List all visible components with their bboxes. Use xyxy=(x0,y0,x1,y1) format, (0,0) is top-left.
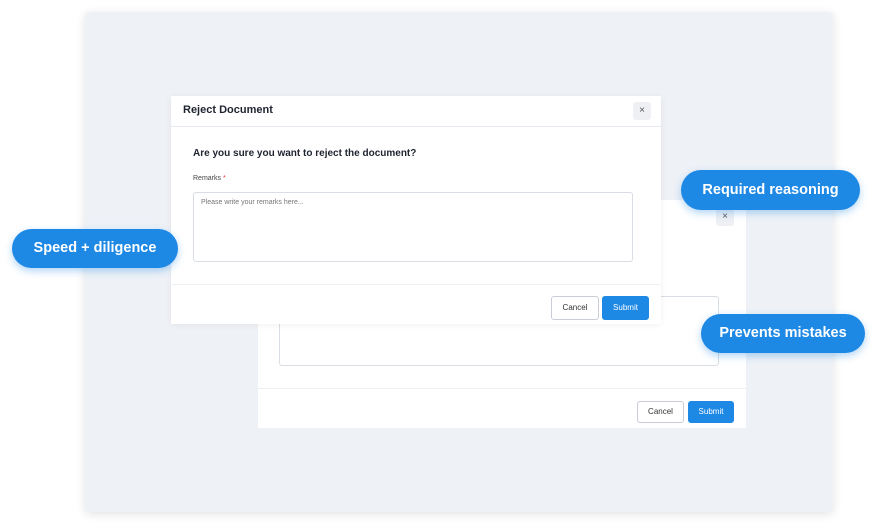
remarks-label-text: Remarks xyxy=(193,175,222,182)
callout-speed-diligence: Speed + diligence xyxy=(12,229,178,268)
close-icon[interactable]: × xyxy=(633,102,651,120)
reject-document-modal: Reject Document × Are you sure you want … xyxy=(171,96,661,324)
submit-button[interactable]: Submit xyxy=(602,296,649,320)
modal-footer-divider xyxy=(171,284,661,285)
submit-button[interactable]: Submit xyxy=(688,401,734,423)
modal-header: Reject Document × xyxy=(171,96,661,127)
remarks-textarea[interactable] xyxy=(193,192,633,262)
modal-title: Reject Document xyxy=(183,104,273,116)
callout-prevents-mistakes: Prevents mistakes xyxy=(701,314,865,353)
close-icon[interactable]: × xyxy=(716,208,734,226)
confirmation-question: Are you sure you want to reject the docu… xyxy=(193,148,417,159)
required-marker: * xyxy=(222,175,226,182)
callout-required-reasoning: Required reasoning xyxy=(681,170,860,210)
remarks-label: Remarks * xyxy=(193,175,226,182)
cancel-button[interactable]: Cancel xyxy=(551,296,599,320)
cancel-button[interactable]: Cancel xyxy=(637,401,684,423)
modal-footer-divider xyxy=(258,388,746,389)
